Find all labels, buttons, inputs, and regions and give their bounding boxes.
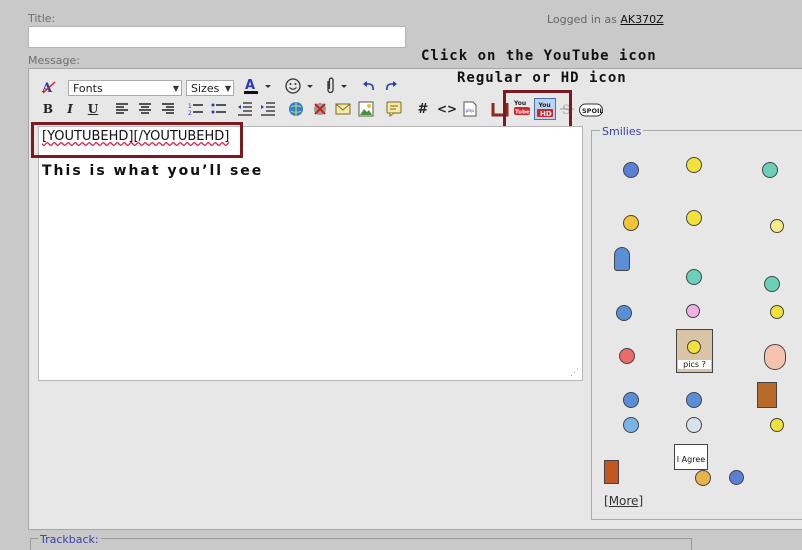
smiley-cool-icon[interactable]	[623, 392, 639, 408]
smiley-neutral-icon[interactable]	[770, 418, 784, 432]
pics-sign-icon[interactable]: pics ?	[676, 329, 713, 373]
smiley-wave-icon[interactable]	[686, 210, 702, 226]
fonts-select[interactable]: Fonts ▼	[68, 80, 182, 96]
see-annotation: This is what you’ll see	[42, 163, 264, 179]
smiley-spin-icon[interactable]	[729, 470, 744, 485]
code-icon[interactable]: <>	[437, 100, 457, 118]
smiley-grin-icon[interactable]	[764, 276, 780, 292]
bold-icon[interactable]: B	[40, 100, 56, 118]
indent-icon[interactable]	[259, 100, 277, 118]
trackback-legend: Trackback:	[38, 533, 101, 546]
title-input[interactable]	[28, 26, 406, 48]
remove-link-icon[interactable]	[311, 100, 329, 118]
svg-text:1: 1	[188, 103, 192, 110]
username-link[interactable]: AK370Z	[620, 13, 663, 26]
smiley-laugh-icon[interactable]	[686, 157, 702, 173]
title-label: Title:	[28, 12, 56, 25]
smiley-yellow-icon[interactable]	[770, 305, 784, 319]
message-label: Message:	[28, 54, 80, 67]
pics-smiley-icon	[687, 340, 701, 354]
chevron-down-icon: ▼	[224, 84, 231, 93]
php-icon[interactable]: php	[461, 100, 479, 118]
bullet-list-icon[interactable]	[210, 100, 228, 118]
attachment-icon[interactable]	[319, 77, 351, 95]
logged-in-prefix: Logged in as	[547, 13, 617, 26]
hash-icon[interactable]: #	[415, 100, 431, 118]
door-peek-icon[interactable]	[604, 460, 619, 484]
insert-link-icon[interactable]	[287, 100, 305, 118]
smiley-worried-icon[interactable]	[686, 392, 702, 408]
spoiler-button[interactable]: SPOIL	[579, 101, 603, 119]
trackback-frame	[30, 538, 692, 550]
smiley-blush-icon[interactable]	[764, 344, 786, 370]
smiley-pale-icon[interactable]	[686, 417, 702, 433]
align-right-icon[interactable]	[159, 100, 177, 118]
outdent-icon[interactable]	[236, 100, 254, 118]
emoticon-button[interactable]	[283, 77, 317, 95]
italic-icon[interactable]: I	[62, 100, 78, 118]
agree-sign-label: I Agree	[676, 455, 706, 464]
more-smilies-link[interactable]: More	[609, 494, 639, 508]
numbered-list-icon[interactable]: 12	[187, 100, 205, 118]
sizes-select-label: Sizes	[191, 82, 220, 95]
smilies-legend: Smilies	[600, 125, 644, 138]
insert-image-icon[interactable]	[357, 100, 375, 118]
logged-in-status: Logged in as AK370Z	[547, 13, 664, 26]
align-center-icon[interactable]	[136, 100, 154, 118]
annotation-line-2: Regular or HD icon	[457, 70, 627, 86]
undo-icon[interactable]	[360, 78, 378, 96]
svg-text:2: 2	[188, 110, 192, 116]
smiley-blue-icon[interactable]	[616, 305, 632, 321]
smiley-hat-icon[interactable]	[623, 215, 639, 231]
align-left-icon[interactable]	[113, 100, 131, 118]
underline-icon[interactable]: U	[85, 100, 101, 118]
email-icon[interactable]	[334, 100, 352, 118]
smiley-small-icon[interactable]	[770, 219, 784, 233]
svg-text:php: php	[466, 108, 475, 114]
chevron-down-icon: ▼	[172, 84, 179, 93]
smiley-light-blue-icon[interactable]	[623, 417, 639, 433]
smiley-red-icon[interactable]	[619, 348, 635, 364]
svg-text:A: A	[245, 78, 255, 93]
smiley-thumbs-icon[interactable]	[762, 162, 778, 178]
smiley-pink-icon[interactable]	[686, 304, 700, 318]
highlight-box-code	[31, 122, 243, 158]
svg-text:A: A	[41, 81, 53, 95]
more-smilies[interactable]: [More]	[604, 494, 643, 508]
smiley-cyan-icon[interactable]	[686, 269, 702, 285]
smiley-agree-icon	[695, 470, 711, 486]
redo-icon[interactable]	[382, 78, 400, 96]
text-color-button[interactable]: A	[241, 77, 273, 95]
annotation-line-1: Click on the YouTube icon	[421, 48, 657, 64]
agree-sign-icon[interactable]: I Agree	[674, 444, 708, 470]
smiley-standing-icon[interactable]	[614, 247, 630, 271]
fonts-select-label: Fonts	[73, 82, 103, 95]
sizes-select[interactable]: Sizes ▼	[186, 80, 234, 96]
font-style-icon[interactable]: A	[40, 78, 58, 96]
door-smiley-icon[interactable]	[757, 382, 777, 408]
quote-icon[interactable]	[385, 100, 403, 118]
svg-text:SPOIL: SPOIL	[582, 107, 603, 115]
resize-grip-icon[interactable]: ⋰	[570, 368, 579, 378]
smiley-sad-icon[interactable]	[623, 162, 639, 178]
pics-sign-label: pics ?	[678, 360, 711, 369]
